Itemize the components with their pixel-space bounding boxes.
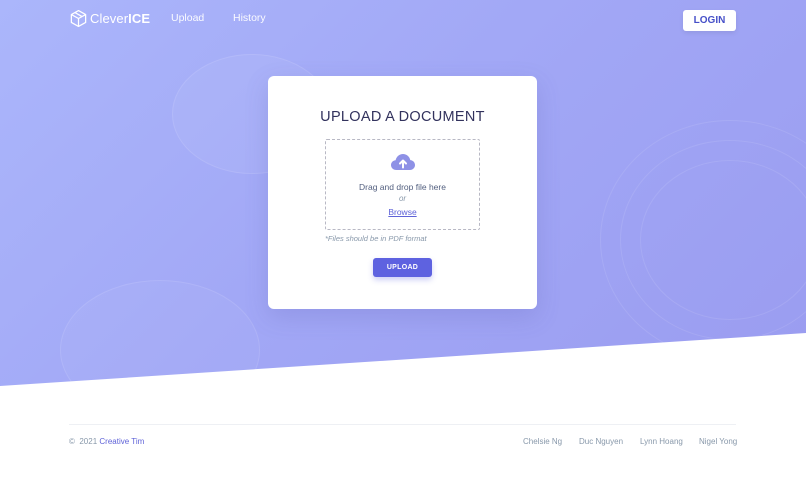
decorative-blob <box>640 160 806 320</box>
file-format-hint: *Files should be in PDF format <box>325 234 427 243</box>
navbar: CleverICE Upload History LOGIN <box>0 0 806 40</box>
brand-logo[interactable]: CleverICE <box>69 9 150 28</box>
browse-link[interactable]: Browse <box>326 207 479 217</box>
decorative-blob <box>60 280 260 386</box>
upload-card: UPLOAD A DOCUMENT Drag and drop file her… <box>268 76 537 309</box>
footer-link-duc-nguyen[interactable]: Duc Nguyen <box>579 437 623 446</box>
footer-link-chelsie-ng[interactable]: Chelsie Ng <box>523 437 562 446</box>
drop-instruction: Drag and drop file here <box>359 182 446 192</box>
copyright-year: 2021 <box>79 437 98 446</box>
or-separator: or <box>398 194 407 203</box>
brand-prefix: Clever <box>90 11 129 26</box>
copyright: © 2021 Creative Tim <box>69 437 144 446</box>
file-dropzone[interactable]: Drag and drop file here or Browse <box>325 139 480 230</box>
cube-icon <box>70 9 87 28</box>
footer-link-lynn-hoang[interactable]: Lynn Hoang <box>640 437 683 446</box>
nav-link-upload[interactable]: Upload <box>171 12 204 24</box>
cloud-upload-icon <box>391 154 415 170</box>
brand-suffix: ICE <box>128 11 151 26</box>
author-link[interactable]: Creative Tim <box>99 437 144 446</box>
login-button[interactable]: LOGIN <box>683 10 736 31</box>
nav-link-history[interactable]: History <box>233 12 266 24</box>
brand-name: CleverICE <box>90 11 150 26</box>
footer-divider <box>69 424 736 425</box>
upload-button[interactable]: UPLOAD <box>373 258 432 277</box>
footer-link-nigel-yong[interactable]: Nigel Yong <box>699 437 737 446</box>
copyright-symbol: © <box>69 437 75 446</box>
page-title: UPLOAD A DOCUMENT <box>320 109 485 125</box>
